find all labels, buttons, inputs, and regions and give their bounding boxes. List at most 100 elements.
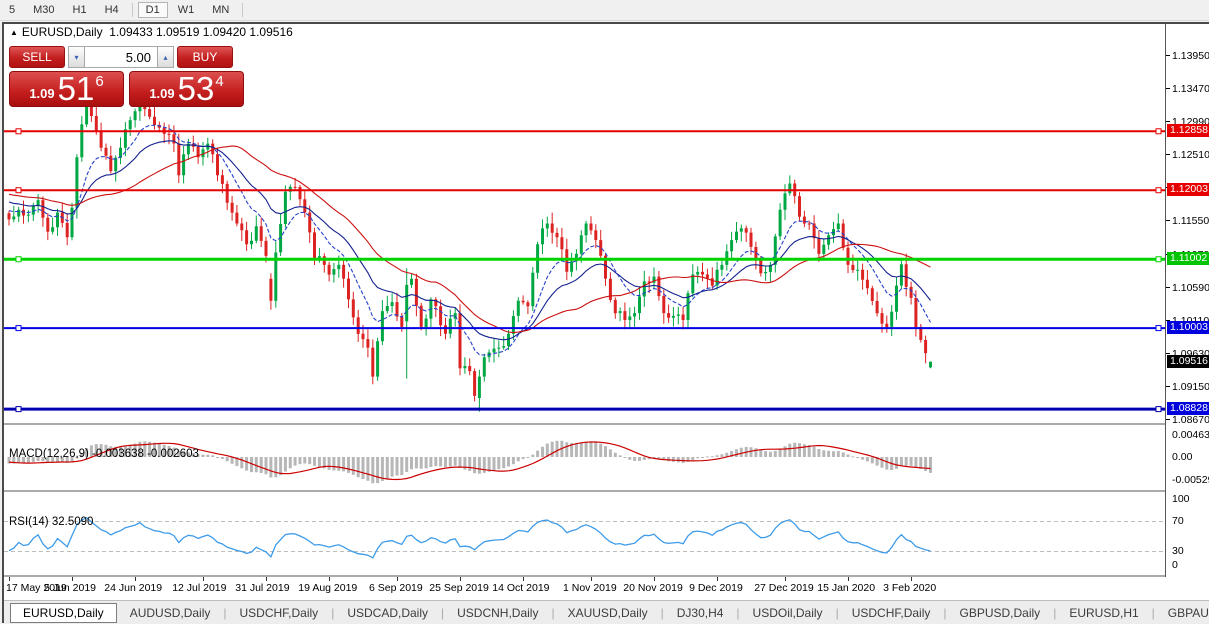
chart-tab-dj30-h4[interactable]: DJ30,H4 — [664, 603, 737, 623]
level-handle[interactable] — [15, 128, 22, 135]
sell-price-big: 51 — [57, 70, 95, 107]
date-tick-label: 19 Aug 2019 — [298, 582, 358, 594]
volume-decrease-button[interactable]: ▾ — [68, 46, 85, 68]
level-handle[interactable] — [1155, 187, 1162, 194]
symbol-arrow-icon: ▲ — [10, 28, 18, 37]
timeframe-button-h1[interactable]: H1 — [65, 2, 95, 18]
level-handle[interactable] — [15, 325, 22, 332]
date-tick-label: 12 Jul 2019 — [172, 582, 227, 594]
date-tick — [135, 577, 137, 581]
price-tick-label: 1.13950 — [1166, 50, 1209, 62]
date-tick-label: 1 Nov 2019 — [563, 582, 617, 594]
timeframe-button-5[interactable]: 5 — [1, 2, 23, 18]
toolbar-separator — [242, 3, 244, 17]
chart-tab-usdchf-daily[interactable]: USDCHF,Daily — [227, 603, 332, 623]
chart-tab-gbpaud-h1[interactable]: GBPAUD,H1 — [1155, 603, 1209, 623]
chart-tab-eurusd-h1[interactable]: EURUSD,H1 — [1056, 603, 1151, 623]
volume-increase-button[interactable]: ▴ — [157, 46, 174, 68]
sell-price-small: 1.09 — [29, 86, 55, 101]
chart-tab-gbpusd-daily[interactable]: GBPUSD,Daily — [947, 603, 1054, 623]
level-price-label: 1.08828 — [1167, 402, 1209, 416]
buy-button[interactable]: BUY — [177, 46, 233, 68]
date-tick — [72, 577, 74, 581]
chart-tab-usdoil-daily[interactable]: USDOil,Daily — [740, 603, 836, 623]
date-tick — [329, 577, 331, 581]
date-tick-label: 27 Dec 2019 — [754, 582, 814, 594]
level-handle[interactable] — [1155, 256, 1162, 263]
date-tick — [717, 577, 719, 581]
rsi-axis-label: 30 — [1172, 545, 1184, 557]
date-tick — [848, 577, 850, 581]
toolbar-separator — [131, 3, 133, 17]
date-tick — [911, 577, 913, 581]
buy-price-sup: 4 — [215, 73, 224, 90]
buy-quote-box[interactable]: 1.09 53 4 — [129, 71, 244, 107]
rsi-axis-label: 100 — [1172, 493, 1190, 505]
chart-window: ▲ EURUSD,Daily 1.09433 1.09519 1.09420 1.… — [2, 22, 1209, 624]
chart-tab-bar: EURUSD,Daily AUDUSD,Daily | USDCHF,Daily | US… — [4, 600, 1209, 624]
sell-button[interactable]: SELL — [9, 46, 65, 68]
date-tick-label: 15 Jan 2020 — [817, 582, 876, 594]
level-price-label: 1.10003 — [1167, 321, 1209, 335]
rsi-axis-label: 70 — [1172, 515, 1184, 527]
macd-axis-label: -0.005299 — [1172, 474, 1209, 486]
date-axis: 17 May 2019 5 Jun 2019 24 Jun 2019 12 Jul 2… — [4, 577, 1165, 599]
date-tick — [591, 577, 592, 581]
price-tick-label: 1.09150 — [1166, 380, 1209, 393]
date-tick-label: 14 Oct 2019 — [492, 582, 550, 594]
date-tick-label: 3 Feb 2020 — [883, 582, 937, 594]
ma-line-34 — [8, 145, 931, 334]
timeframe-button-m30[interactable]: M30 — [25, 2, 62, 18]
chart-tab-usdchf-daily[interactable]: USDCHF,Daily — [839, 603, 944, 623]
date-tick-label: 5 Jun 2019 — [44, 582, 97, 594]
macd-axis-label: 0.00 — [1172, 451, 1193, 463]
macd-axis-label: 0.00463 — [1172, 429, 1209, 441]
date-tick — [266, 577, 268, 581]
sell-quote-box[interactable]: 1.09 51 6 — [9, 71, 124, 107]
chart-tab-xauusd-daily[interactable]: XAUUSD,Daily — [555, 603, 661, 623]
date-tick — [523, 577, 525, 581]
sell-price-sup: 6 — [95, 73, 104, 90]
bull-candle-bodies — [12, 93, 933, 399]
date-tick — [9, 577, 10, 581]
current-price-label: 1.09516 — [1167, 354, 1209, 368]
bear-candle-wicks — [8, 91, 927, 402]
bull-candle-wicks — [13, 85, 931, 412]
volume-input[interactable] — [85, 46, 157, 68]
chart-tab-usdcnh-daily[interactable]: USDCNH,Daily — [444, 603, 551, 623]
timeframe-button-h4[interactable]: H4 — [97, 2, 127, 18]
level-handle[interactable] — [15, 187, 22, 194]
chart-tab-usdcad-daily[interactable]: USDCAD,Daily — [334, 603, 441, 623]
level-handle[interactable] — [1155, 325, 1162, 332]
ma-line-10 — [8, 124, 931, 356]
chart-tab-audusd-daily[interactable]: AUDUSD,Daily — [117, 603, 224, 623]
date-tick-label: 20 Nov 2019 — [623, 582, 683, 594]
timeframe-button-mn[interactable]: MN — [204, 2, 237, 18]
buy-price-big: 53 — [177, 70, 215, 107]
timeframe-button-d1[interactable]: D1 — [137, 2, 168, 18]
chart-symbol-label: EURUSD,Daily — [21, 25, 103, 39]
level-handle[interactable] — [1155, 406, 1162, 413]
chart-ohlc-values: 1.09433 1.09519 1.09420 1.09516 — [109, 25, 293, 39]
level-price-label: 1.12003 — [1167, 183, 1209, 197]
rsi-axis-label: 0 — [1172, 559, 1178, 571]
date-tick — [397, 577, 398, 581]
date-tick-label: 9 Dec 2019 — [689, 582, 743, 594]
bear-candle-bodies — [7, 93, 928, 396]
date-tick — [460, 577, 462, 581]
macd-indicator-label: MACD(12,26,9) -0.003638 -0.002603 — [9, 448, 199, 460]
date-tick — [203, 577, 204, 581]
buy-price-small: 1.09 — [149, 86, 175, 101]
price-axis: 1.139501.134701.129901.125101.120301.115… — [1165, 24, 1209, 577]
level-handle[interactable] — [15, 256, 22, 263]
price-tick-label: 1.08670 — [1166, 413, 1209, 426]
level-handle[interactable] — [15, 406, 22, 413]
level-handle[interactable] — [1155, 128, 1162, 135]
rsi-indicator-label: RSI(14) 32.5090 — [9, 516, 94, 528]
chart-tab-eurusd-daily[interactable]: EURUSD,Daily — [10, 602, 117, 623]
date-tick — [654, 577, 656, 581]
price-tick-label: 1.11550 — [1165, 215, 1209, 228]
timeframe-button-w1[interactable]: W1 — [170, 2, 203, 18]
date-tick — [785, 577, 786, 581]
date-tick-label: 25 Sep 2019 — [429, 582, 489, 594]
